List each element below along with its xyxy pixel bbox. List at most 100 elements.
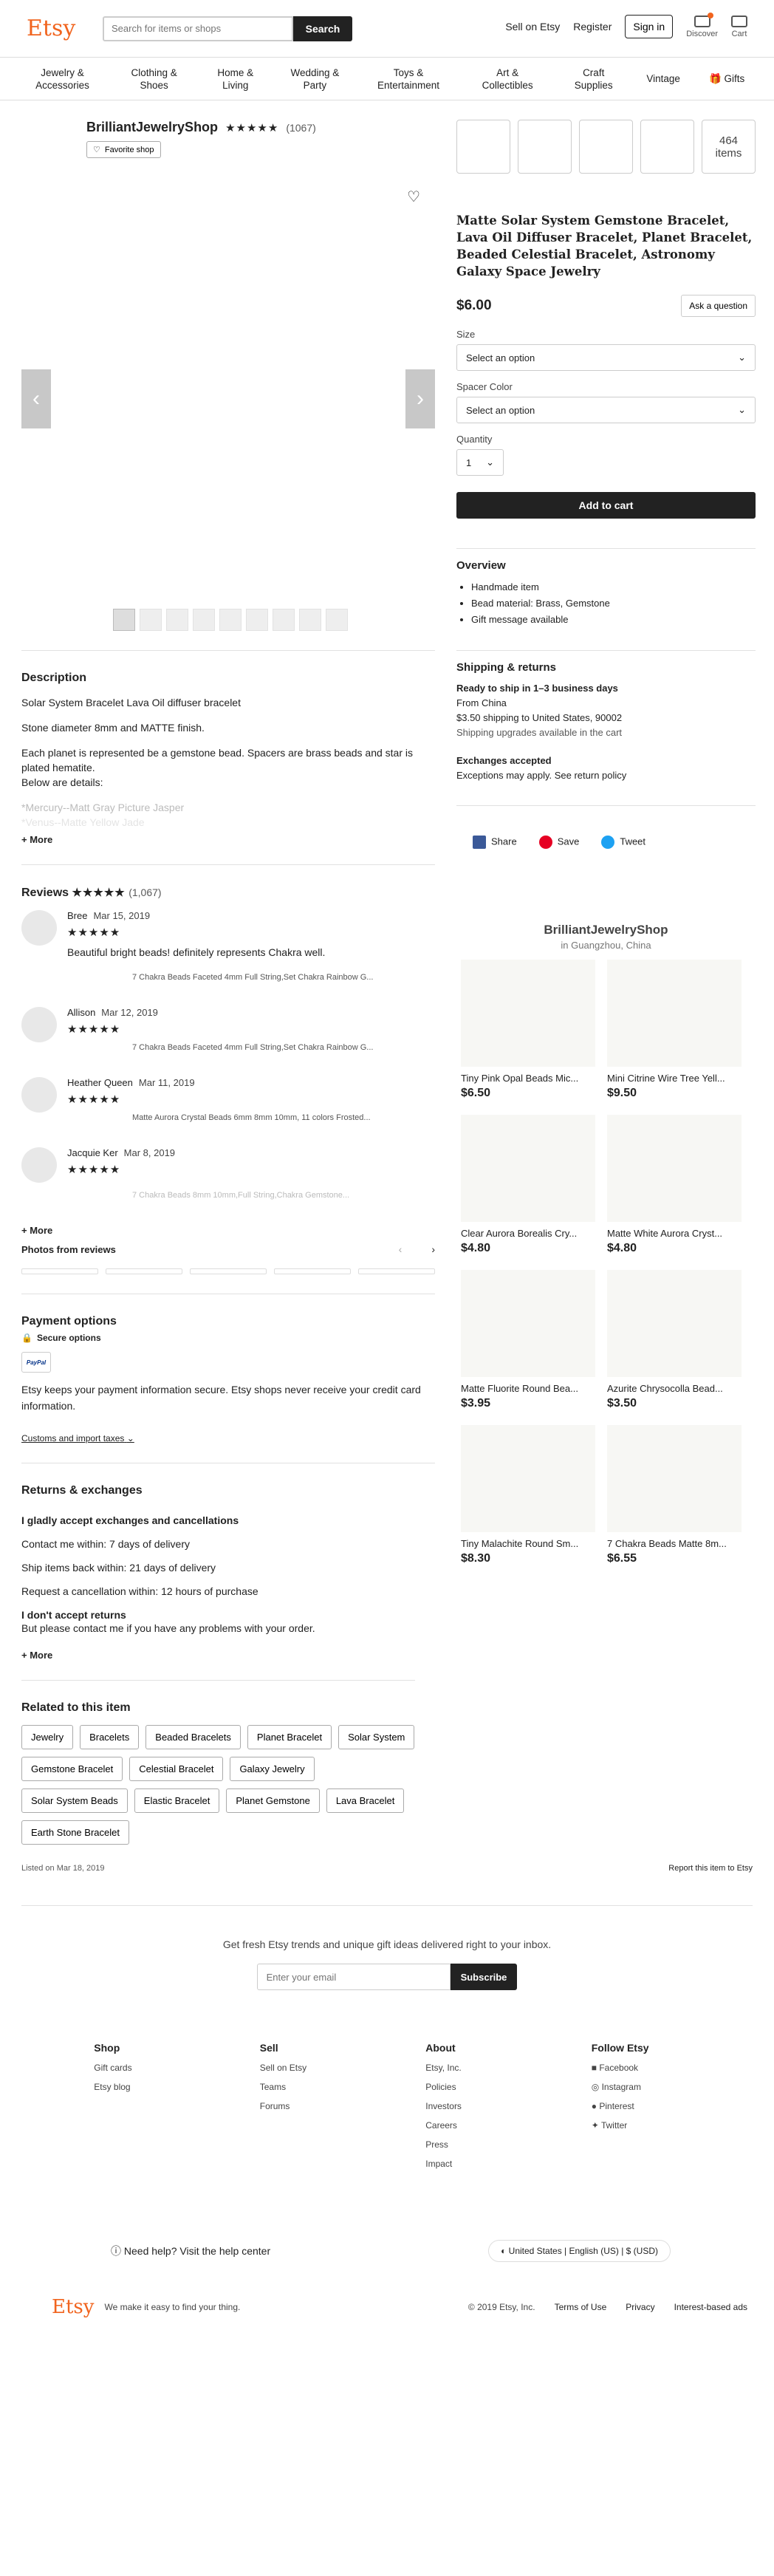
review-photo[interactable]	[21, 1268, 98, 1274]
facebook-link[interactable]: ■ Facebook	[592, 2063, 702, 2073]
related-tag[interactable]: Elastic Bracelet	[134, 1788, 220, 1813]
shop-panel-name[interactable]: BrilliantJewelryShop	[456, 923, 756, 937]
related-tag[interactable]: Beaded Bracelets	[145, 1725, 241, 1749]
reviewer-avatar[interactable]	[21, 1147, 57, 1183]
gallery-thumb[interactable]	[140, 609, 162, 631]
report-item-link[interactable]: Report this item to Etsy	[668, 1864, 753, 1873]
chevron-right-icon[interactable]: ›	[431, 1243, 435, 1255]
return-policy-link[interactable]: See return policy	[555, 770, 627, 781]
pinterest-save-button[interactable]: Save	[538, 836, 579, 849]
gallery-thumb[interactable]	[246, 609, 268, 631]
related-tag[interactable]: Celestial Bracelet	[129, 1757, 224, 1781]
category-clothing[interactable]: Clothing & Shoes	[125, 66, 184, 92]
related-tag[interactable]: Planet Gemstone	[226, 1788, 320, 1813]
category-toys[interactable]: Toys & Entertainment	[371, 66, 445, 92]
related-tag[interactable]: Solar System	[338, 1725, 415, 1749]
shop-item-thumb[interactable]	[518, 120, 572, 174]
review-photo[interactable]	[190, 1268, 267, 1274]
description-more-link[interactable]: + More	[21, 834, 435, 845]
terms-link[interactable]: Terms of Use	[555, 2302, 607, 2312]
shop-item-card[interactable]: Tiny Pink Opal Beads Mic... $6.50	[461, 960, 595, 1100]
returns-more-link[interactable]: + More	[21, 1650, 435, 1661]
related-tag[interactable]: Galaxy Jewelry	[230, 1757, 315, 1781]
reviewer-avatar[interactable]	[21, 910, 57, 946]
spacer-color-select[interactable]: Select an option ⌄	[456, 397, 756, 423]
locale-settings-button[interactable]: ◐ United States | English (US) | $ (USD)	[488, 2240, 671, 2262]
related-tag[interactable]: Gemstone Bracelet	[21, 1757, 123, 1781]
size-select[interactable]: Select an option ⌄	[456, 344, 756, 371]
discover-button[interactable]: Discover	[686, 12, 718, 38]
review-product[interactable]: 7 Chakra Beads Faceted 4mm Full String,S…	[132, 973, 373, 982]
shop-item-card[interactable]: Matte White Aurora Cryst... $4.80	[607, 1115, 742, 1255]
category-art[interactable]: Art & Collectibles	[474, 66, 541, 92]
twitter-link[interactable]: ✦ Twitter	[592, 2120, 702, 2131]
gallery-thumb[interactable]	[113, 609, 135, 631]
register-link[interactable]: Register	[573, 21, 612, 33]
gallery-thumb[interactable]	[193, 609, 215, 631]
favorite-item-heart-icon[interactable]: ♡	[407, 188, 420, 206]
footer-link[interactable]: Policies	[425, 2082, 566, 2092]
reviewer-avatar[interactable]	[21, 1007, 57, 1042]
reviewer-name[interactable]: Allison	[67, 1007, 95, 1018]
gallery-thumb[interactable]	[326, 609, 348, 631]
related-tag[interactable]: Lava Bracelet	[326, 1788, 405, 1813]
shop-item-card[interactable]: Mini Citrine Wire Tree Yell... $9.50	[607, 960, 742, 1100]
gallery-thumb[interactable]	[166, 609, 188, 631]
related-tag[interactable]: Planet Bracelet	[247, 1725, 332, 1749]
gallery-thumb[interactable]	[219, 609, 242, 631]
prev-image-button[interactable]: ‹	[21, 369, 51, 428]
footer-link[interactable]: Investors	[425, 2101, 566, 2111]
footer-link[interactable]: Sell on Etsy	[260, 2063, 400, 2073]
email-input[interactable]	[256, 1964, 451, 1990]
privacy-link[interactable]: Privacy	[626, 2302, 654, 2312]
category-jewelry[interactable]: Jewelry & Accessories	[30, 66, 96, 92]
review-product[interactable]: 7 Chakra Beads Faceted 4mm Full String,S…	[132, 1043, 373, 1052]
search-input[interactable]	[103, 16, 293, 41]
shop-name[interactable]: BrilliantJewelryShop	[86, 120, 218, 135]
shop-item-card[interactable]: Clear Aurora Borealis Cry... $4.80	[461, 1115, 595, 1255]
review-photo[interactable]	[358, 1268, 435, 1274]
related-tag[interactable]: Bracelets	[80, 1725, 140, 1749]
related-tag[interactable]: Jewelry	[21, 1725, 74, 1749]
footer-link[interactable]: Careers	[425, 2120, 566, 2131]
review-photo[interactable]	[274, 1268, 351, 1274]
subscribe-button[interactable]: Subscribe	[450, 1964, 518, 1990]
facebook-share-button[interactable]: Share	[473, 836, 517, 849]
footer-link[interactable]: Impact	[425, 2159, 566, 2169]
reviewer-name[interactable]: Jacquie Ker	[67, 1147, 118, 1158]
shop-item-card[interactable]: Matte Fluorite Round Bea... $3.95	[461, 1270, 595, 1410]
gallery-thumb[interactable]	[273, 609, 295, 631]
reviewer-avatar[interactable]	[21, 1077, 57, 1113]
etsy-logo-footer[interactable]: Etsy	[52, 2296, 94, 2318]
cart-button[interactable]: Cart	[731, 15, 747, 38]
twitter-tweet-button[interactable]: Tweet	[601, 836, 645, 849]
ask-question-button[interactable]: Ask a question	[681, 295, 756, 317]
sell-on-etsy-link[interactable]: Sell on Etsy	[505, 21, 560, 33]
category-gifts[interactable]: 🎁 Gifts	[709, 72, 744, 85]
footer-link[interactable]: Etsy, Inc.	[425, 2063, 566, 2073]
reviewer-name[interactable]: Bree	[67, 910, 87, 921]
related-tag[interactable]: Solar System Beads	[21, 1788, 128, 1813]
reviewer-name[interactable]: Heather Queen	[67, 1077, 133, 1088]
footer-link[interactable]: Teams	[260, 2082, 400, 2092]
category-home[interactable]: Home & Living	[213, 66, 258, 92]
search-button[interactable]: Search	[293, 16, 352, 41]
review-photo[interactable]	[106, 1268, 182, 1274]
shop-item-card[interactable]: Azurite Chrysocolla Bead... $3.50	[607, 1270, 742, 1410]
shipping-destination-link[interactable]: United States, 90002	[532, 712, 622, 723]
pinterest-link[interactable]: ● Pinterest	[592, 2101, 702, 2111]
shop-items-count[interactable]: 464 items	[702, 120, 756, 174]
instagram-link[interactable]: ◎ Instagram	[592, 2082, 702, 2092]
category-wedding[interactable]: Wedding & Party	[287, 66, 343, 92]
quantity-select[interactable]: 1 ⌄	[456, 449, 504, 476]
sign-in-button[interactable]: Sign in	[625, 15, 674, 38]
footer-link[interactable]: Gift cards	[94, 2063, 234, 2073]
shop-item-thumb[interactable]	[640, 120, 694, 174]
shop-item-card[interactable]: Tiny Malachite Round Sm... $8.30	[461, 1425, 595, 1565]
chevron-left-icon[interactable]: ‹	[399, 1243, 403, 1255]
ads-link[interactable]: Interest-based ads	[674, 2302, 747, 2312]
review-product[interactable]: 7 Chakra Beads 8mm 10mm,Full String,Chak…	[132, 1191, 349, 1200]
gallery-thumb[interactable]	[299, 609, 321, 631]
footer-link[interactable]: Forums	[260, 2101, 400, 2111]
footer-link[interactable]: Etsy blog	[94, 2082, 234, 2092]
